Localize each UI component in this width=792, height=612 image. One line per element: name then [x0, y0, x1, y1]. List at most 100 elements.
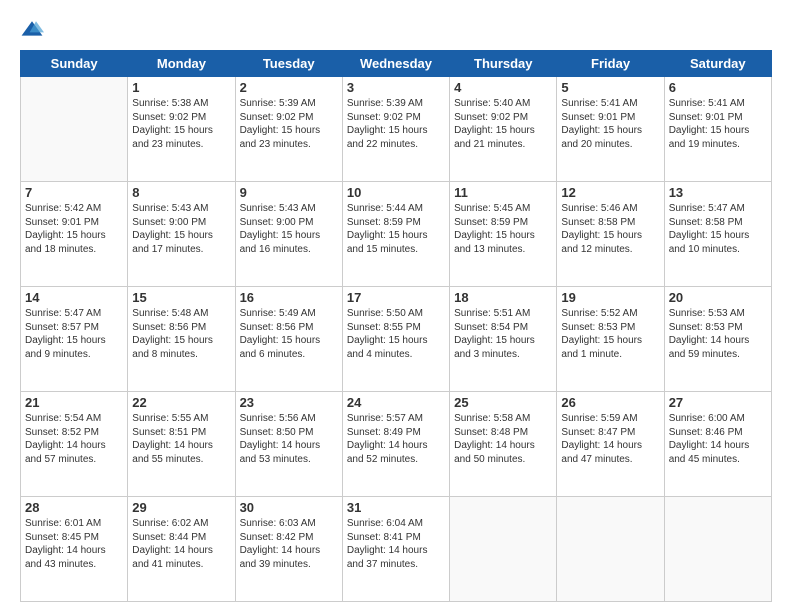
day-number: 12	[561, 185, 659, 200]
day-info: Sunrise: 5:47 AM Sunset: 8:58 PM Dayligh…	[669, 202, 767, 256]
day-number: 5	[561, 80, 659, 95]
day-number: 8	[132, 185, 230, 200]
day-number: 13	[669, 185, 767, 200]
calendar-cell: 1Sunrise: 5:38 AM Sunset: 9:02 PM Daylig…	[128, 77, 235, 182]
day-info: Sunrise: 5:50 AM Sunset: 8:55 PM Dayligh…	[347, 307, 445, 361]
day-number: 2	[240, 80, 338, 95]
day-info: Sunrise: 5:39 AM Sunset: 9:02 PM Dayligh…	[347, 97, 445, 151]
calendar-cell: 2Sunrise: 5:39 AM Sunset: 9:02 PM Daylig…	[235, 77, 342, 182]
day-info: Sunrise: 5:51 AM Sunset: 8:54 PM Dayligh…	[454, 307, 552, 361]
day-number: 19	[561, 290, 659, 305]
day-number: 4	[454, 80, 552, 95]
day-number: 3	[347, 80, 445, 95]
day-info: Sunrise: 5:59 AM Sunset: 8:47 PM Dayligh…	[561, 412, 659, 466]
day-number: 25	[454, 395, 552, 410]
day-info: Sunrise: 5:54 AM Sunset: 8:52 PM Dayligh…	[25, 412, 123, 466]
calendar-week-row: 1Sunrise: 5:38 AM Sunset: 9:02 PM Daylig…	[21, 77, 772, 182]
day-number: 26	[561, 395, 659, 410]
weekday-header: Sunday	[21, 51, 128, 77]
calendar-week-row: 7 Sunrise: 5:42 AM Sunset: 9:01 PM Daylig…	[21, 182, 772, 287]
weekday-header: Friday	[557, 51, 664, 77]
calendar-week-row: 28 Sunrise: 6:01 AM Sunset: 8:45 PM Dayli…	[21, 497, 772, 602]
calendar-cell: 27 Sunrise: 6:00 AM Sunset: 8:46 PM Dayli…	[664, 392, 771, 497]
day-number: 31	[347, 500, 445, 515]
day-info: Sunrise: 5:43 AM Sunset: 9:00 PM Dayligh…	[240, 202, 338, 256]
day-number: 11	[454, 185, 552, 200]
calendar-week-row: 14Sunrise: 5:47 AM Sunset: 8:57 PM Dayli…	[21, 287, 772, 392]
day-number: 9	[240, 185, 338, 200]
day-info: Sunrise: 5:58 AM Sunset: 8:48 PM Dayligh…	[454, 412, 552, 466]
calendar-cell: 19Sunrise: 5:52 AM Sunset: 8:53 PM Dayli…	[557, 287, 664, 392]
day-info: Sunrise: 6:04 AM Sunset: 8:41 PM Dayligh…	[347, 517, 445, 571]
day-info: Sunrise: 5:43 AM Sunset: 9:00 PM Dayligh…	[132, 202, 230, 256]
day-info: Sunrise: 6:01 AM Sunset: 8:45 PM Dayligh…	[25, 517, 123, 571]
day-number: 28	[25, 500, 123, 515]
day-info: Sunrise: 5:40 AM Sunset: 9:02 PM Dayligh…	[454, 97, 552, 151]
day-info: Sunrise: 5:41 AM Sunset: 9:01 PM Dayligh…	[561, 97, 659, 151]
day-number: 30	[240, 500, 338, 515]
calendar-cell: 10 Sunrise: 5:44 AM Sunset: 8:59 PM Dayli…	[342, 182, 449, 287]
day-info: Sunrise: 5:38 AM Sunset: 9:02 PM Dayligh…	[132, 97, 230, 151]
day-info: Sunrise: 5:55 AM Sunset: 8:51 PM Dayligh…	[132, 412, 230, 466]
calendar-cell: 22Sunrise: 5:55 AM Sunset: 8:51 PM Dayli…	[128, 392, 235, 497]
day-info: Sunrise: 5:49 AM Sunset: 8:56 PM Dayligh…	[240, 307, 338, 361]
calendar-cell: 28 Sunrise: 6:01 AM Sunset: 8:45 PM Dayli…	[21, 497, 128, 602]
day-info: Sunrise: 6:03 AM Sunset: 8:42 PM Dayligh…	[240, 517, 338, 571]
day-info: Sunrise: 6:02 AM Sunset: 8:44 PM Dayligh…	[132, 517, 230, 571]
calendar-cell: 5 Sunrise: 5:41 AM Sunset: 9:01 PM Daylig…	[557, 77, 664, 182]
logo	[20, 18, 48, 42]
page: SundayMondayTuesdayWednesdayThursdayFrid…	[0, 0, 792, 612]
calendar-cell: 13 Sunrise: 5:47 AM Sunset: 8:58 PM Dayli…	[664, 182, 771, 287]
calendar-cell: 12 Sunrise: 5:46 AM Sunset: 8:58 PM Dayli…	[557, 182, 664, 287]
calendar-cell: 23 Sunrise: 5:56 AM Sunset: 8:50 PM Dayli…	[235, 392, 342, 497]
day-number: 20	[669, 290, 767, 305]
calendar-cell: 26 Sunrise: 5:59 AM Sunset: 8:47 PM Dayli…	[557, 392, 664, 497]
calendar-cell: 18Sunrise: 5:51 AM Sunset: 8:54 PM Dayli…	[450, 287, 557, 392]
calendar-cell: 24Sunrise: 5:57 AM Sunset: 8:49 PM Dayli…	[342, 392, 449, 497]
day-number: 29	[132, 500, 230, 515]
calendar-cell: 20 Sunrise: 5:53 AM Sunset: 8:53 PM Dayli…	[664, 287, 771, 392]
day-info: Sunrise: 5:41 AM Sunset: 9:01 PM Dayligh…	[669, 97, 767, 151]
weekday-header: Wednesday	[342, 51, 449, 77]
day-info: Sunrise: 5:48 AM Sunset: 8:56 PM Dayligh…	[132, 307, 230, 361]
calendar-header-row: SundayMondayTuesdayWednesdayThursdayFrid…	[21, 51, 772, 77]
calendar-cell: 29 Sunrise: 6:02 AM Sunset: 8:44 PM Dayli…	[128, 497, 235, 602]
calendar-cell: 6 Sunrise: 5:41 AM Sunset: 9:01 PM Daylig…	[664, 77, 771, 182]
day-info: Sunrise: 5:46 AM Sunset: 8:58 PM Dayligh…	[561, 202, 659, 256]
calendar-cell: 17Sunrise: 5:50 AM Sunset: 8:55 PM Dayli…	[342, 287, 449, 392]
calendar-week-row: 21 Sunrise: 5:54 AM Sunset: 8:52 PM Dayli…	[21, 392, 772, 497]
day-number: 27	[669, 395, 767, 410]
calendar-cell: 9 Sunrise: 5:43 AM Sunset: 9:00 PM Daylig…	[235, 182, 342, 287]
weekday-header: Monday	[128, 51, 235, 77]
calendar-cell: 31 Sunrise: 6:04 AM Sunset: 8:41 PM Dayli…	[342, 497, 449, 602]
calendar-cell: 14Sunrise: 5:47 AM Sunset: 8:57 PM Dayli…	[21, 287, 128, 392]
day-info: Sunrise: 5:45 AM Sunset: 8:59 PM Dayligh…	[454, 202, 552, 256]
calendar-cell: 7 Sunrise: 5:42 AM Sunset: 9:01 PM Daylig…	[21, 182, 128, 287]
calendar-cell: 11 Sunrise: 5:45 AM Sunset: 8:59 PM Dayli…	[450, 182, 557, 287]
day-number: 6	[669, 80, 767, 95]
logo-icon	[20, 18, 44, 42]
day-info: Sunrise: 6:00 AM Sunset: 8:46 PM Dayligh…	[669, 412, 767, 466]
calendar-cell: 25 Sunrise: 5:58 AM Sunset: 8:48 PM Dayli…	[450, 392, 557, 497]
day-info: Sunrise: 5:53 AM Sunset: 8:53 PM Dayligh…	[669, 307, 767, 361]
calendar-cell: 8 Sunrise: 5:43 AM Sunset: 9:00 PM Daylig…	[128, 182, 235, 287]
day-number: 7	[25, 185, 123, 200]
weekday-header: Saturday	[664, 51, 771, 77]
day-number: 23	[240, 395, 338, 410]
calendar-cell	[664, 497, 771, 602]
calendar-cell: 21 Sunrise: 5:54 AM Sunset: 8:52 PM Dayli…	[21, 392, 128, 497]
day-info: Sunrise: 5:44 AM Sunset: 8:59 PM Dayligh…	[347, 202, 445, 256]
calendar-cell: 4 Sunrise: 5:40 AM Sunset: 9:02 PM Daylig…	[450, 77, 557, 182]
day-info: Sunrise: 5:42 AM Sunset: 9:01 PM Dayligh…	[25, 202, 123, 256]
calendar-table: SundayMondayTuesdayWednesdayThursdayFrid…	[20, 50, 772, 602]
day-info: Sunrise: 5:47 AM Sunset: 8:57 PM Dayligh…	[25, 307, 123, 361]
day-number: 10	[347, 185, 445, 200]
weekday-header: Tuesday	[235, 51, 342, 77]
day-number: 21	[25, 395, 123, 410]
calendar-cell	[450, 497, 557, 602]
day-info: Sunrise: 5:56 AM Sunset: 8:50 PM Dayligh…	[240, 412, 338, 466]
weekday-header: Thursday	[450, 51, 557, 77]
calendar-cell: 15Sunrise: 5:48 AM Sunset: 8:56 PM Dayli…	[128, 287, 235, 392]
header	[20, 18, 772, 42]
calendar-cell: 16Sunrise: 5:49 AM Sunset: 8:56 PM Dayli…	[235, 287, 342, 392]
